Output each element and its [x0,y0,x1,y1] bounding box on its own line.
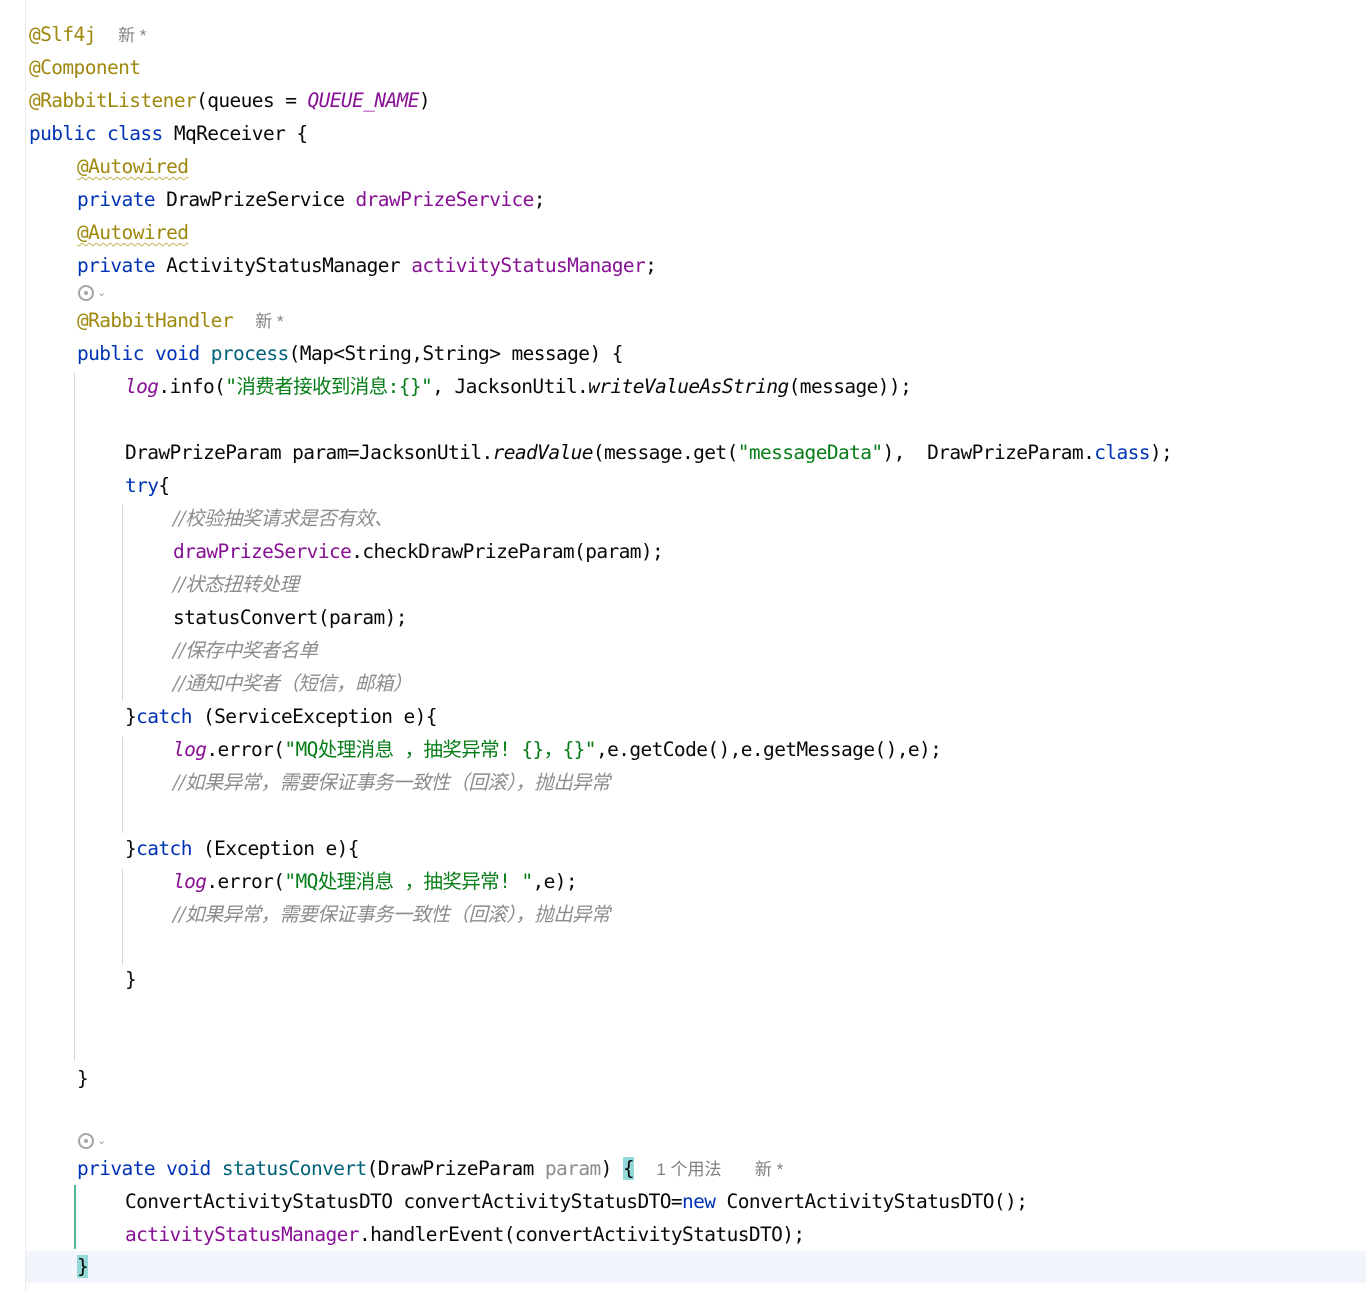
code-line-2[interactable]: @Component [0,56,1366,80]
code-line-26[interactable]: } [0,968,1366,992]
code-line-10[interactable]: public void process(Map<String,String> m… [0,342,1366,366]
code-line-1[interactable]: @Slf4j 新 * [0,23,1366,48]
code-line-31[interactable]: } [0,1255,1366,1279]
code-line-5[interactable]: @Autowired [0,155,1366,179]
code-line-24[interactable]: log.error("MQ处理消息 ，抽奖异常! ",e); [0,870,1366,894]
chevron-down-icon[interactable]: ⌄ [97,284,106,302]
code-line-21[interactable]: log.error("MQ处理消息 ，抽奖异常! {}，{}",e.getCod… [0,738,1366,762]
run-gutter-icon[interactable]: ⌄ [78,284,112,302]
code-line-18[interactable]: //保存中奖者名单 [0,639,1366,663]
run-gutter-icon[interactable]: ⌄ [78,1132,112,1150]
code-line-7[interactable]: @Autowired [0,221,1366,245]
code-line-12[interactable]: DrawPrizeParam param=JacksonUtil.readVal… [0,441,1366,465]
inlay-hint-usages[interactable]: 1 个用法 [656,1160,721,1179]
code-line-28[interactable]: private void statusConvert(DrawPrizePara… [0,1157,1366,1182]
code-line-8[interactable]: private ActivityStatusManager activitySt… [0,254,1366,278]
code-line-29[interactable]: ConvertActivityStatusDTO convertActivity… [0,1190,1366,1214]
code-line-15[interactable]: drawPrizeService.checkDrawPrizeParam(par… [0,540,1366,564]
code-line-30[interactable]: activityStatusManager.handlerEvent(conve… [0,1223,1366,1247]
code-line-14[interactable]: //校验抽奖请求是否有效、 [0,507,1366,531]
inlay-hint-author[interactable]: 新 * [755,1160,783,1179]
code-line-4[interactable]: public class MqReceiver { [0,122,1366,146]
code-line-16[interactable]: //状态扭转处理 [0,573,1366,597]
code-line-6[interactable]: private DrawPrizeService drawPrizeServic… [0,188,1366,212]
code-line-13[interactable]: try{ [0,474,1366,498]
chevron-down-icon[interactable]: ⌄ [97,1132,106,1150]
code-line-23[interactable]: }catch (Exception e){ [0,837,1366,861]
code-line-3[interactable]: @RabbitListener(queues = QUEUE_NAME) [0,89,1366,113]
code-line-22[interactable]: //如果异常，需要保证事务一致性（回滚），抛出异常 [0,771,1366,795]
code-line-9[interactable]: @RabbitHandler 新 * [0,309,1366,334]
code-line-25[interactable]: //如果异常，需要保证事务一致性（回滚），抛出异常 [0,903,1366,927]
code-line-11[interactable]: log.info("消费者接收到消息:{}", JacksonUtil.writ… [0,375,1366,399]
code-line-17[interactable]: statusConvert(param); [0,606,1366,630]
inlay-hint-author[interactable]: 新 * [255,312,283,331]
inlay-hint-author[interactable]: 新 * [118,26,146,45]
code-line-20[interactable]: }catch (ServiceException e){ [0,705,1366,729]
code-line-27[interactable]: } [0,1067,1366,1091]
code-line-19[interactable]: //通知中奖者（短信，邮箱） [0,672,1366,696]
matched-brace: { [622,1157,635,1180]
matched-brace: } [77,1255,89,1278]
